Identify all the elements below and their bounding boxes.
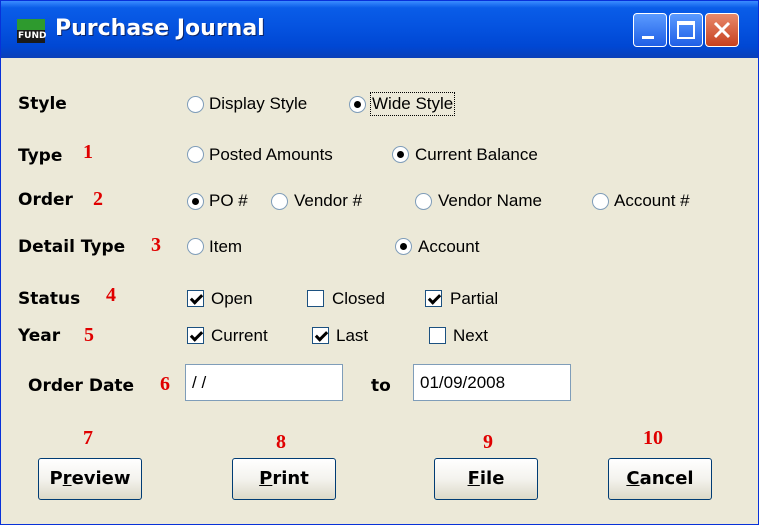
maximize-icon xyxy=(677,21,695,39)
order-date-to-label: to xyxy=(371,376,391,396)
minimize-icon xyxy=(642,36,654,39)
print-marker: 8 xyxy=(276,431,286,453)
print-button-mnemonic: P xyxy=(259,468,273,489)
app-icon: FUND xyxy=(17,19,47,43)
file-button[interactable]: File xyxy=(434,458,538,500)
cancel-button-label-post: ancel xyxy=(639,468,694,489)
order-date-to-input[interactable]: 01/09/2008 xyxy=(413,364,571,401)
status-partial-checkbox[interactable] xyxy=(425,290,442,307)
type-posted-radio[interactable] xyxy=(187,146,204,163)
year-last-label[interactable]: Last xyxy=(336,326,368,346)
preview-button[interactable]: Preview xyxy=(38,458,142,500)
cancel-marker: 10 xyxy=(643,427,663,449)
type-label: Type xyxy=(18,146,63,166)
detail-item-radio[interactable] xyxy=(187,238,204,255)
file-marker: 9 xyxy=(483,431,493,453)
style-wide-radio[interactable] xyxy=(349,96,366,113)
purchase-journal-window: FUND Purchase Journal Style Display Styl… xyxy=(0,0,759,525)
preview-marker: 7 xyxy=(83,427,93,449)
cancel-button[interactable]: Cancel xyxy=(608,458,712,500)
close-button[interactable] xyxy=(705,13,739,47)
minimize-button[interactable] xyxy=(633,13,667,47)
type-posted-label[interactable]: Posted Amounts xyxy=(209,145,333,165)
status-open-checkbox[interactable] xyxy=(187,290,204,307)
order-vendor-name-radio[interactable] xyxy=(415,193,432,210)
status-marker: 4 xyxy=(106,284,116,306)
order-marker: 2 xyxy=(93,188,103,210)
order-vendor-num-label[interactable]: Vendor # xyxy=(294,191,362,211)
order-date-label: Order Date xyxy=(28,376,135,396)
order-label: Order xyxy=(18,190,73,210)
status-open-label[interactable]: Open xyxy=(211,289,253,309)
status-closed-label[interactable]: Closed xyxy=(332,289,385,309)
file-button-mnemonic: F xyxy=(467,468,480,489)
type-marker: 1 xyxy=(83,141,93,163)
order-po-radio[interactable] xyxy=(187,193,204,210)
order-date-marker: 6 xyxy=(160,373,170,395)
close-icon xyxy=(713,21,731,39)
print-button[interactable]: Print xyxy=(232,458,336,500)
form-area: Style Display Style Wide Style Type 1 Po… xyxy=(1,58,758,524)
status-closed-checkbox[interactable] xyxy=(307,290,324,307)
file-button-label-post: ile xyxy=(479,468,505,489)
detail-type-marker: 3 xyxy=(151,234,161,256)
preview-button-label-pre: P xyxy=(49,468,63,489)
style-wide-label[interactable]: Wide Style xyxy=(369,92,456,116)
detail-item-label[interactable]: Item xyxy=(209,237,242,257)
title-bar[interactable]: FUND Purchase Journal xyxy=(1,1,758,58)
maximize-button[interactable] xyxy=(669,13,703,47)
style-display-radio[interactable] xyxy=(187,96,204,113)
order-vendor-num-radio[interactable] xyxy=(271,193,288,210)
order-account-label[interactable]: Account # xyxy=(614,191,690,211)
year-next-label[interactable]: Next xyxy=(453,326,488,346)
print-button-label-post: rint xyxy=(272,468,309,489)
year-label: Year xyxy=(18,326,61,346)
year-current-checkbox[interactable] xyxy=(187,327,204,344)
year-last-checkbox[interactable] xyxy=(312,327,329,344)
detail-type-label: Detail Type xyxy=(18,237,126,257)
detail-account-label[interactable]: Account xyxy=(418,237,479,257)
order-vendor-name-label[interactable]: Vendor Name xyxy=(438,191,542,211)
detail-account-radio[interactable] xyxy=(395,238,412,255)
order-date-from-input[interactable]: / / xyxy=(185,364,343,401)
order-po-label[interactable]: PO # xyxy=(209,191,248,211)
preview-button-mnemonic: r xyxy=(62,468,72,489)
status-label: Status xyxy=(18,289,81,309)
style-display-label[interactable]: Display Style xyxy=(209,94,307,114)
style-label: Style xyxy=(18,94,67,114)
status-partial-label[interactable]: Partial xyxy=(450,289,498,309)
order-account-radio[interactable] xyxy=(592,193,609,210)
year-next-checkbox[interactable] xyxy=(429,327,446,344)
year-current-label[interactable]: Current xyxy=(211,326,268,346)
window-title: Purchase Journal xyxy=(55,16,265,41)
app-icon-text: FUND xyxy=(18,31,47,41)
cancel-button-mnemonic: C xyxy=(626,468,640,489)
type-current-label[interactable]: Current Balance xyxy=(415,145,538,165)
year-marker: 5 xyxy=(84,324,94,346)
type-current-radio[interactable] xyxy=(392,146,409,163)
preview-button-label-post: eview xyxy=(71,468,131,489)
